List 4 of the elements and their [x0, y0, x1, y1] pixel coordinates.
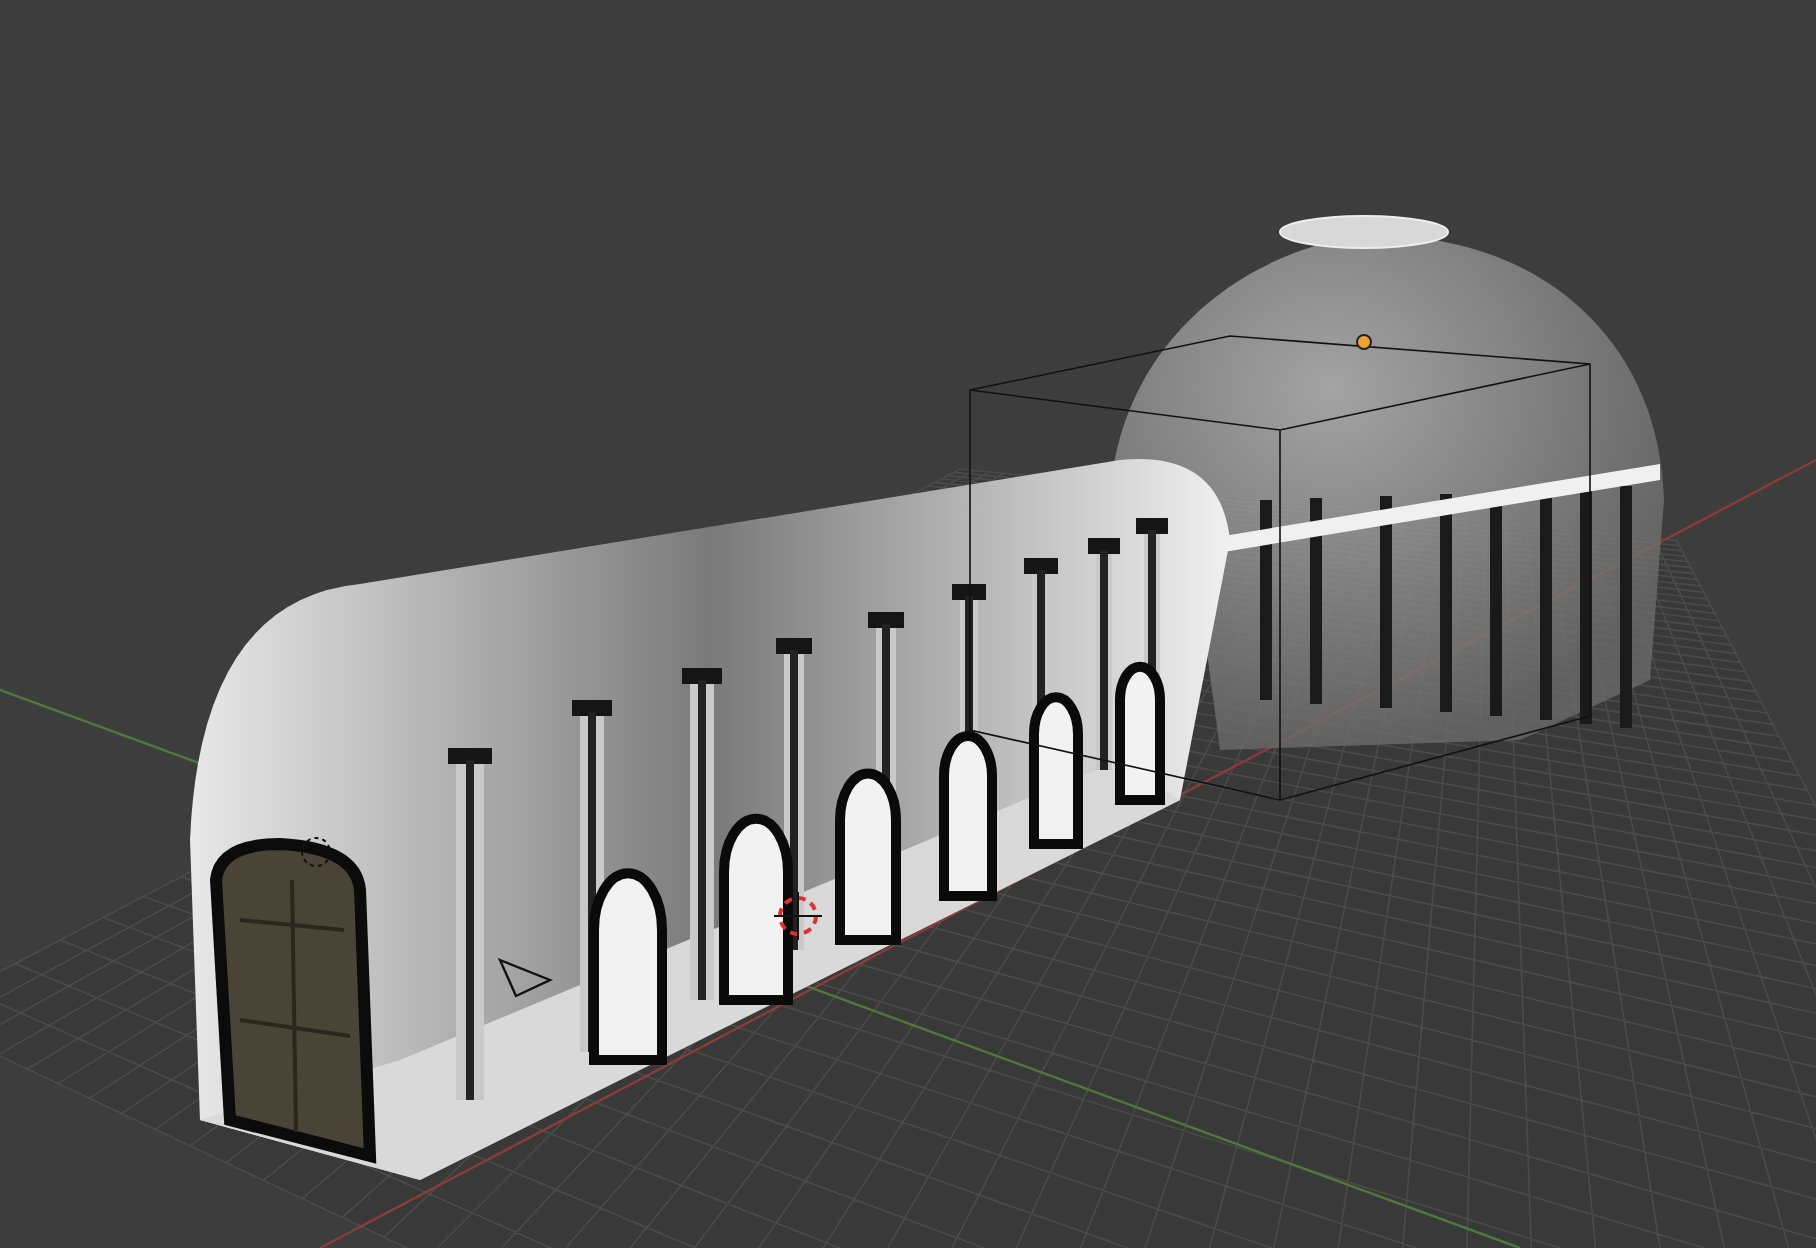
- object-origin-icon: [1356, 334, 1372, 350]
- camera-icon: [498, 958, 553, 998]
- light-icon: [301, 837, 331, 867]
- 3d-cursor-icon: [773, 891, 823, 941]
